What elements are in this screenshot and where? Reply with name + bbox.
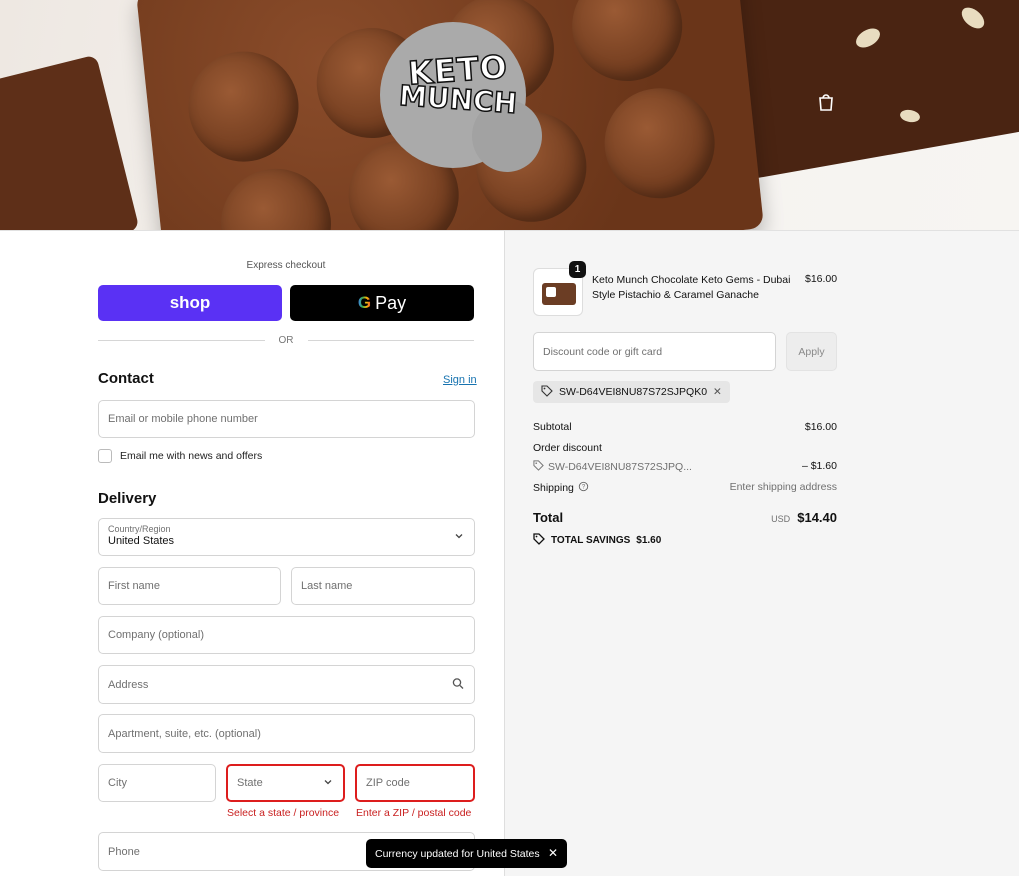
newsletter-label: Email me with news and offers — [120, 450, 263, 462]
state-error: Select a state / province — [227, 807, 340, 819]
shop-pay-button[interactable]: shop — [98, 285, 282, 321]
subtotal-label: Subtotal — [533, 421, 572, 433]
country-select[interactable]: Country/Region United States — [98, 518, 475, 556]
product-price: $16.00 — [805, 273, 838, 285]
newsletter-checkbox[interactable] — [98, 449, 112, 463]
order-discount-value: – $1.60 — [801, 460, 837, 472]
express-checkout-label: Express checkout — [246, 260, 326, 271]
applied-discount-chip: SW-D64VEI8NU87S72SJPQK0 ✕ — [533, 381, 730, 403]
header-banner: KETO MUNCH — [0, 0, 1019, 230]
chevron-down-icon — [323, 777, 333, 790]
order-discount-row: Order discount — [533, 442, 837, 454]
google-g-icon: G — [357, 293, 372, 312]
zip-error: Enter a ZIP / postal code — [356, 807, 472, 819]
or-divider: OR — [98, 335, 474, 346]
country-value: United States — [108, 535, 175, 547]
zip-field[interactable]: ZIP code — [355, 764, 475, 802]
svg-text:?: ? — [582, 485, 586, 491]
email-placeholder: Email or mobile phone number — [108, 413, 258, 425]
company-field[interactable]: Company (optional) — [98, 616, 475, 654]
tag-icon — [541, 384, 553, 400]
total-currency: USD — [771, 514, 791, 524]
cart-bag-icon[interactable] — [817, 92, 837, 112]
subtotal-row: Subtotal $16.00 — [533, 421, 837, 433]
delivery-heading: Delivery — [98, 490, 157, 507]
shipping-value: Enter shipping address — [729, 481, 837, 493]
city-placeholder: City — [108, 777, 127, 789]
total-label: Total — [533, 510, 564, 525]
logo-text-munch: MUNCH — [397, 78, 519, 121]
search-icon — [452, 677, 464, 692]
total-savings: TOTAL SAVINGS $1.60 — [533, 533, 661, 548]
savings-value: $1.60 — [636, 535, 662, 546]
applied-code: SW-D64VEI8NU87S72SJPQK0 — [559, 386, 708, 398]
order-discount-code-row: SW-D64VEI8NU87S72SJPQ... – $1.60 — [533, 460, 837, 474]
last-name-placeholder: Last name — [301, 580, 353, 592]
chocolate-bar-left-image — [0, 54, 140, 230]
newsletter-option[interactable]: Email me with news and offers — [98, 449, 262, 463]
help-circle-icon[interactable]: ? — [578, 481, 589, 495]
or-label: OR — [278, 335, 294, 346]
apartment-placeholder: Apartment, suite, etc. (optional) — [108, 727, 261, 740]
tag-icon — [533, 460, 544, 474]
address-placeholder: Address — [108, 678, 149, 691]
close-icon[interactable]: ✕ — [548, 846, 558, 860]
discount-code-input[interactable]: Discount code or gift card — [533, 332, 776, 371]
shipping-label: Shipping — [533, 482, 574, 494]
currency-toast: Currency updated for United States ✕ — [366, 839, 567, 868]
total-row: Total USD $14.40 — [533, 510, 837, 525]
zip-placeholder: ZIP code — [366, 777, 410, 789]
address-field[interactable]: Address — [98, 665, 475, 704]
discount-placeholder: Discount code or gift card — [543, 345, 663, 358]
first-name-placeholder: First name — [108, 580, 160, 592]
last-name-field[interactable]: Last name — [291, 567, 475, 605]
subtotal-value: $16.00 — [804, 421, 837, 433]
email-field[interactable]: Email or mobile phone number — [98, 400, 475, 438]
company-placeholder: Company (optional) — [108, 629, 204, 641]
google-pay-label: Pay — [375, 292, 407, 313]
tag-icon — [533, 533, 545, 548]
state-select[interactable]: State — [226, 764, 345, 802]
country-label: Country/Region — [108, 524, 171, 534]
shipping-row: Shipping ? Enter shipping address — [533, 481, 837, 495]
apartment-field[interactable]: Apartment, suite, etc. (optional) — [98, 714, 475, 753]
order-discount-label: Order discount — [533, 442, 602, 454]
phone-placeholder: Phone — [108, 845, 140, 858]
contact-heading: Contact — [98, 370, 154, 387]
toast-message: Currency updated for United States — [375, 847, 540, 860]
apply-button[interactable]: Apply — [786, 332, 837, 371]
first-name-field[interactable]: First name — [98, 567, 281, 605]
total-value: $14.40 — [797, 510, 837, 525]
quantity-badge: 1 — [569, 261, 586, 278]
google-pay-button[interactable]: G Pay — [290, 285, 474, 321]
order-summary-panel — [504, 231, 1019, 876]
order-discount-code: SW-D64VEI8NU87S72SJPQ... — [548, 461, 692, 473]
store-logo[interactable]: KETO MUNCH — [380, 22, 542, 172]
remove-code-icon[interactable]: ✕ — [713, 386, 722, 398]
savings-label: TOTAL SAVINGS — [551, 535, 631, 546]
sign-in-link[interactable]: Sign in — [443, 374, 477, 386]
chevron-down-icon — [454, 531, 464, 544]
city-field[interactable]: City — [98, 764, 216, 802]
state-placeholder: State — [237, 777, 263, 789]
product-name: Keto Munch Chocolate Keto Gems - Dubai S… — [592, 274, 791, 301]
